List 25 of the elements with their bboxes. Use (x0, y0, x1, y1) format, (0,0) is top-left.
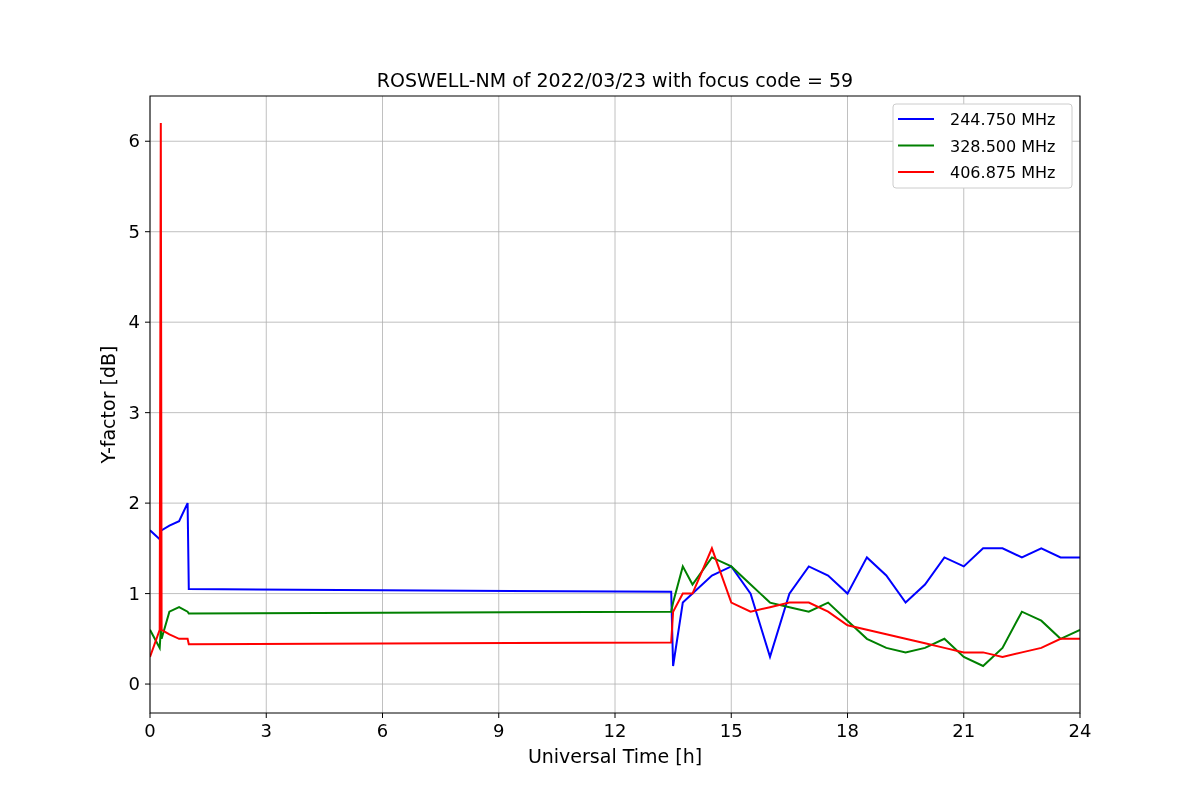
x-tick-label: 0 (144, 720, 156, 741)
x-tick-label: 15 (719, 720, 743, 741)
x-tick-label: 18 (836, 720, 859, 741)
chart-title: ROSWELL-NM of 2022/03/23 with focus code = 59 (376, 69, 854, 91)
y-tick-label: 5 (128, 220, 140, 242)
y-tick-label: 0 (128, 673, 140, 695)
x-axis-label: Universal Time [h] (527, 745, 703, 767)
y-tick-label: 1 (128, 582, 140, 604)
y-tick-label: 6 (128, 130, 140, 152)
x-tick-label: 24 (1068, 720, 1092, 741)
legend-line-swatch (897, 144, 935, 147)
y-tick-label: 4 (128, 311, 140, 333)
y-tick-label: 2 (128, 492, 140, 514)
x-tick-label: 9 (493, 720, 505, 741)
x-tick-label: 21 (952, 720, 976, 741)
legend-label: 406.875 MHz (950, 163, 1056, 182)
x-tick-label: 3 (260, 720, 272, 741)
y-axis-label: Y-factor [dB] (97, 345, 119, 464)
x-tick-label: 6 (376, 720, 389, 741)
legend-line-swatch (897, 171, 935, 173)
legend-label: 328.500 MHz (950, 136, 1056, 156)
y-tick-label: 3 (128, 401, 140, 423)
x-tick-label: 12 (603, 720, 627, 741)
legend-label: 244.750 MHz (950, 110, 1056, 129)
legend-line-swatch (897, 118, 935, 120)
